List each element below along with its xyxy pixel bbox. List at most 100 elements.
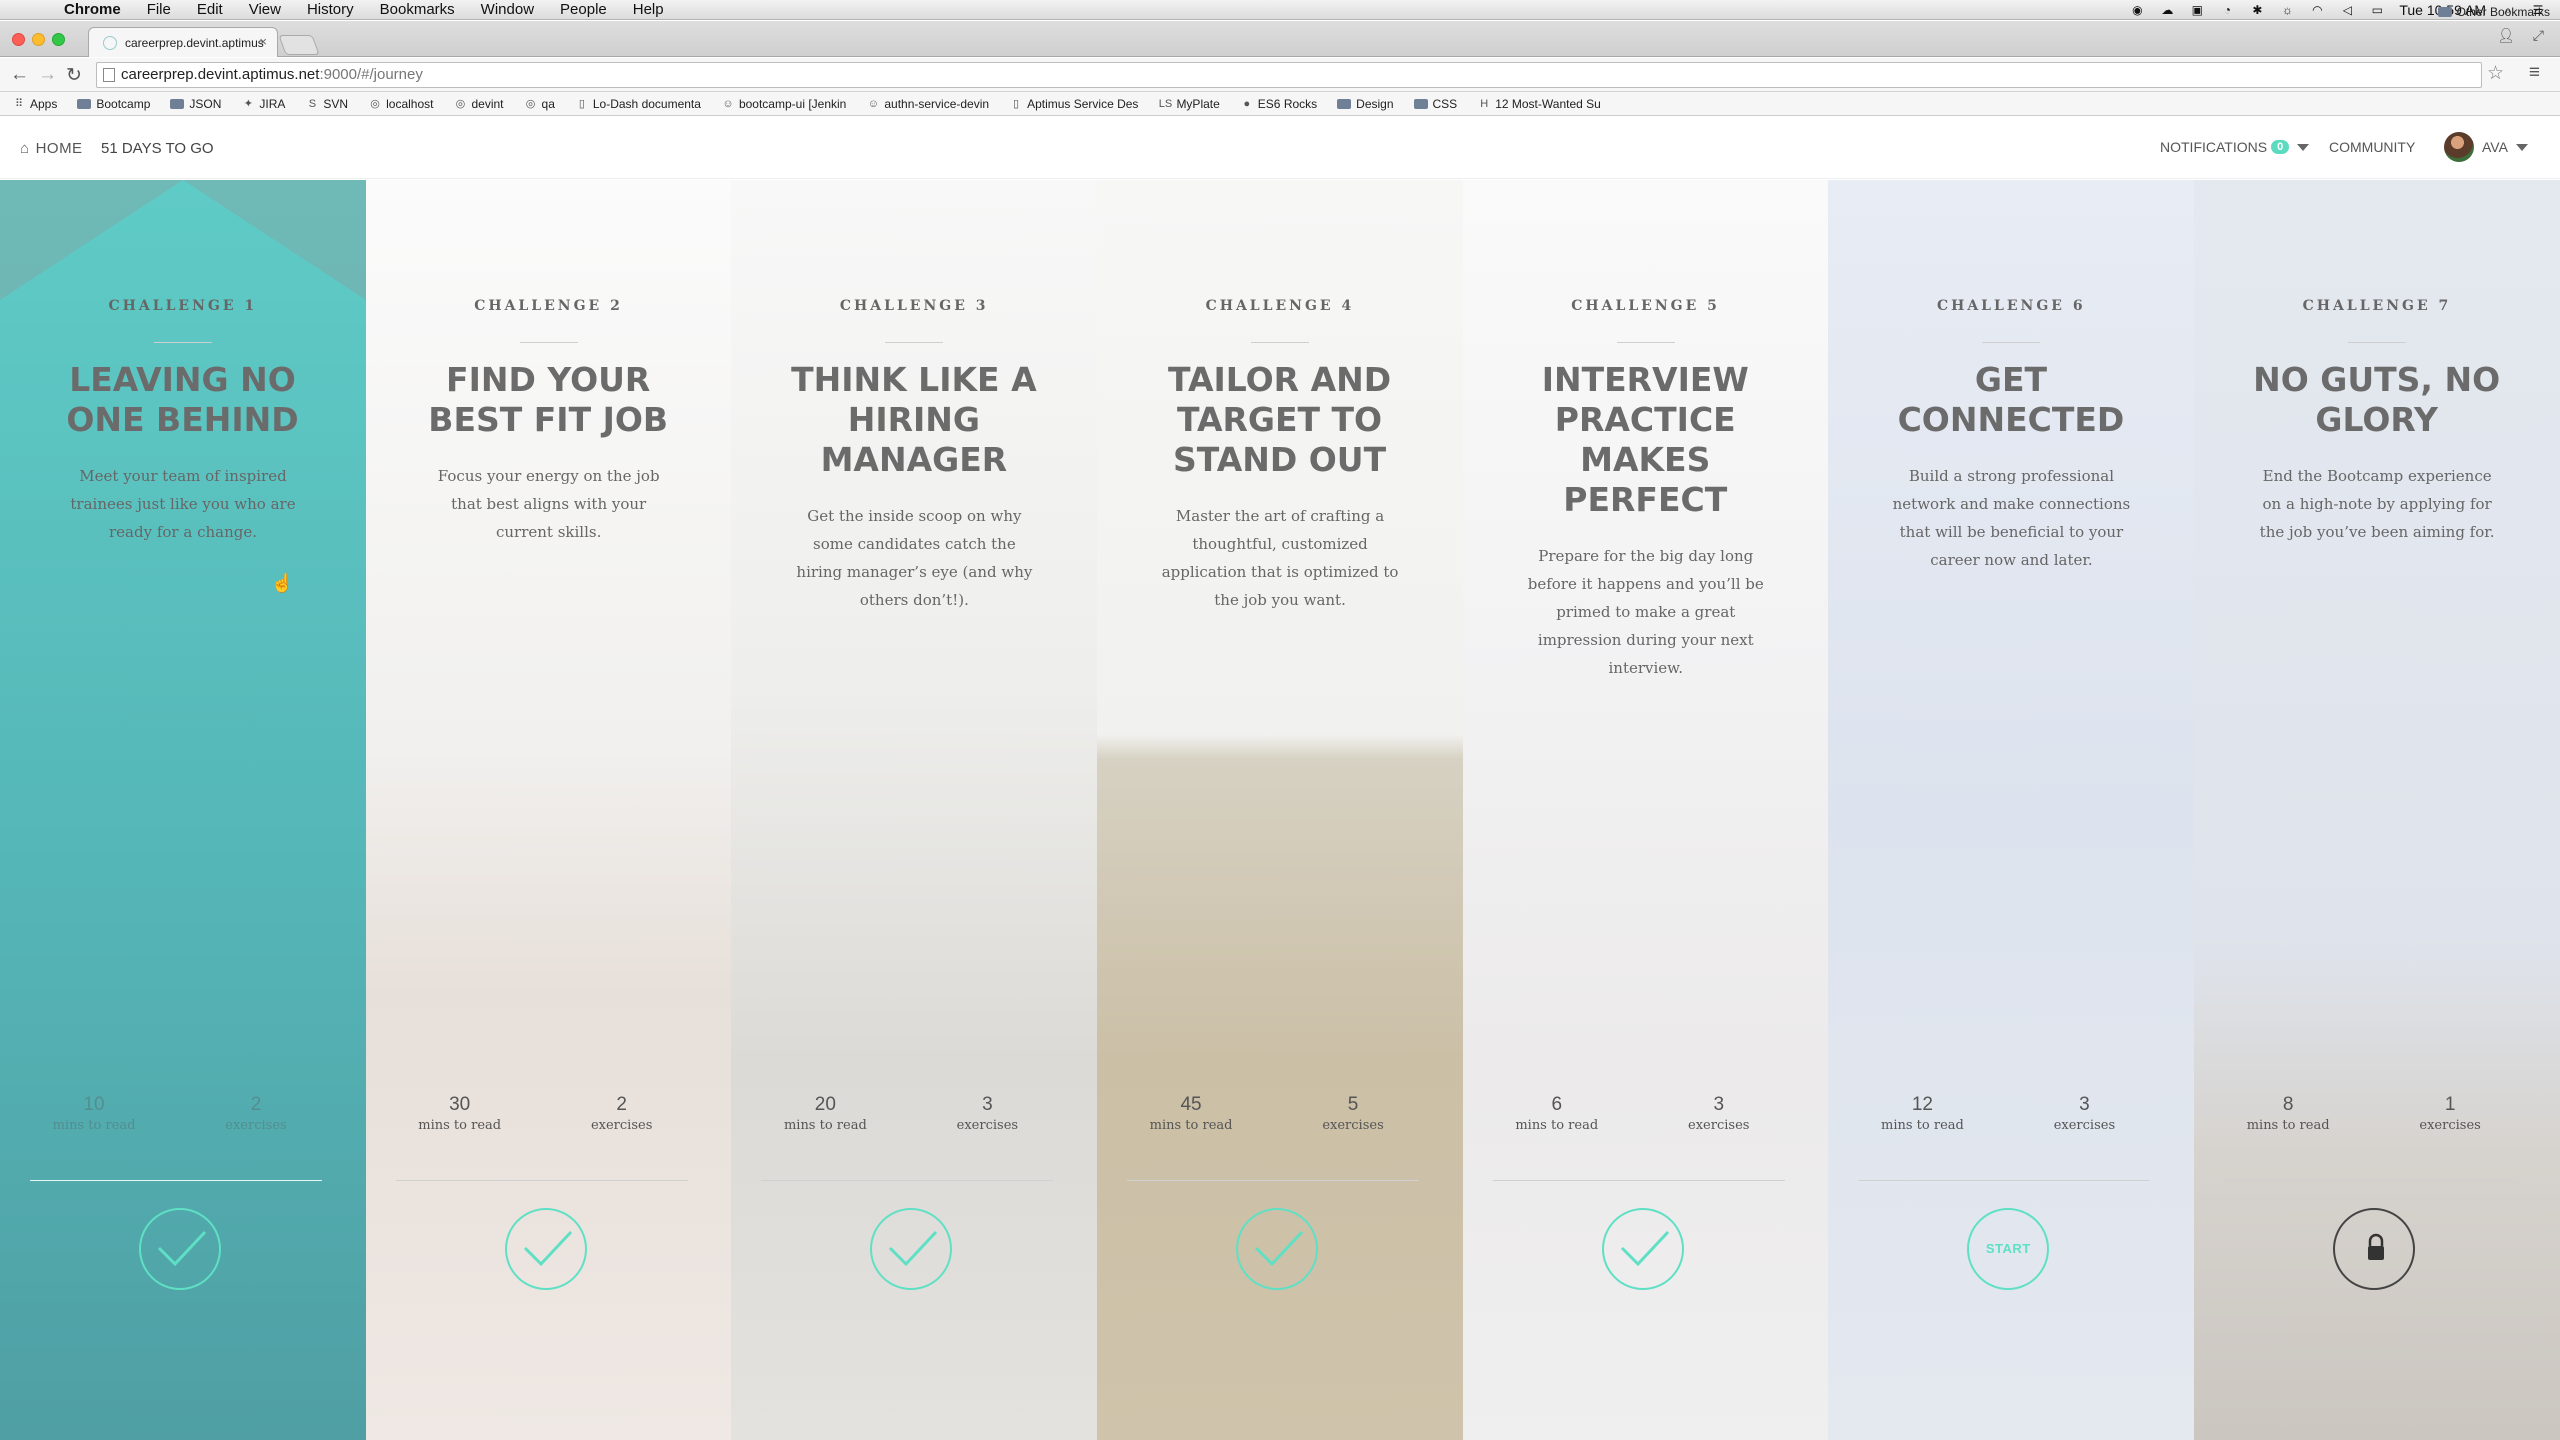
challenge-complete-button[interactable] [1235, 1208, 1318, 1290]
challenge-divider [1492, 1180, 1785, 1181]
volume-icon[interactable]: ◁ [2339, 3, 2355, 17]
menu-people[interactable]: People [560, 1, 607, 18]
fullscreen-icon[interactable]: ⤢ [2533, 27, 2544, 44]
tab-close-icon[interactable]: × [259, 34, 267, 49]
new-tab-button[interactable] [278, 35, 320, 55]
status-timemachine-icon[interactable]: ◔ [2219, 3, 2235, 17]
bookmark-item[interactable]: ☺ authn-service-devin [866, 97, 989, 111]
exercises-label: exercises [956, 1118, 1019, 1133]
challenge-description: Meet your team of inspired trainees just… [70, 467, 296, 541]
status-clipboard-icon[interactable]: ▣ [2189, 3, 2205, 17]
challenge-description: Build a strong professional network and … [1892, 467, 2131, 569]
status-cloud-icon[interactable]: ☁ [2159, 3, 2175, 17]
forward-arrow-icon[interactable]: → [38, 64, 57, 86]
bookmark-item[interactable]: ☺ bootcamp-ui [Jenkin [721, 97, 846, 111]
bookmark-item[interactable]: JSON [170, 97, 221, 111]
menu-app-chrome[interactable]: Chrome [64, 1, 121, 18]
home-link[interactable]: ⌂ HOME [20, 140, 83, 157]
browser-tab-strip: careerprep.devint.aptimus × 👤︎ ⤢ [0, 21, 2560, 57]
challenge-card-3[interactable]: CHALLENGE 3 THINK LIKE A HIRING MANAGER Ge… [731, 180, 1098, 1440]
bookmarks-bar: ⠿ Apps Bootcamp JSON ✦ JIRA S SVN ◎ localhost ◎ dev… [0, 92, 2560, 116]
exercises-stat: 3 exercises [1669, 1094, 1769, 1133]
community-link[interactable]: COMMUNITY [2329, 139, 2415, 155]
checkmark-icon [523, 1230, 572, 1267]
bookmark-item[interactable]: Design [1337, 96, 1394, 111]
back-arrow-icon[interactable]: ← [10, 64, 29, 86]
challenge-title: THINK LIKE A HIRING MANAGER [791, 360, 1037, 479]
exercises-stat: 3 exercises [937, 1094, 1037, 1133]
macos-menu-bar: Chrome File Edit View History Bookmarks … [0, 0, 2560, 20]
challenge-card-7[interactable]: CHALLENGE 7 NO GUTS, NO GLORY End the Boot… [2194, 180, 2560, 1440]
challenge-label-rule [2347, 342, 2406, 343]
challenge-card-2[interactable]: CHALLENGE 2 FIND YOUR BEST FIT JOB Focus y… [365, 180, 732, 1440]
menu-file[interactable]: File [147, 1, 171, 18]
bookmark-label: JIRA [259, 96, 286, 111]
reload-icon[interactable]: ↻ [66, 64, 82, 87]
menu-view[interactable]: View [249, 1, 281, 18]
start-label: START [1985, 1241, 2031, 1256]
menu-bookmarks[interactable]: Bookmarks [380, 1, 455, 18]
wifi-icon[interactable]: ◠ [2309, 3, 2325, 17]
menu-history[interactable]: History [307, 1, 354, 18]
challenge-title: LEAVING NO ONE BEHIND [66, 360, 299, 439]
globe-icon: ◎ [525, 98, 536, 110]
notifications-menu[interactable]: NOTIFICATIONS 0 [2160, 139, 2310, 155]
bookmark-star-icon[interactable]: ☆ [2487, 62, 2504, 85]
challenge-card-4[interactable]: CHALLENGE 4 TAILOR AND TARGET TO STAND OU… [1097, 180, 1463, 1440]
bookmark-item[interactable]: ● ES6 Rocks [1240, 97, 1317, 111]
challenge-complete-button[interactable] [870, 1208, 953, 1290]
battery-icon[interactable]: ▭ [2369, 3, 2385, 17]
bookmark-label: Design [1356, 96, 1394, 111]
window-minimize-button[interactable] [32, 33, 45, 46]
bookmark-item[interactable]: ▯ Lo-Dash documenta [575, 97, 701, 111]
mins-to-read-stat: 30 mins to read [410, 1094, 510, 1133]
browser-tab-active[interactable]: careerprep.devint.aptimus × [88, 27, 278, 57]
bookmark-item[interactable]: ◎ devint [453, 97, 504, 111]
other-bookmarks-folder[interactable]: Other Bookmarks [2437, 5, 2550, 19]
bookmark-item[interactable]: ✦ JIRA [241, 96, 286, 111]
menu-window[interactable]: Window [481, 1, 534, 18]
bookmark-label: bootcamp-ui [Jenkin [738, 96, 847, 111]
mins-to-read-stat: 12 mins to read [1872, 1094, 1972, 1133]
bookmark-item[interactable]: S SVN [305, 97, 348, 111]
bookmark-item[interactable]: ▯ Aptimus Service Des [1009, 97, 1138, 111]
challenge-card-6[interactable]: CHALLENGE 6 GET CONNECTED Build a strong p… [1828, 180, 2195, 1440]
home-icon: ⌂ [20, 140, 30, 157]
challenge-card-5[interactable]: CHALLENGE 5 INTERVIEW PRACTICE MAKES PERF… [1462, 180, 1829, 1440]
status-brightness-icon[interactable]: ☼ [2279, 3, 2295, 17]
mins-label: mins to read [52, 1118, 136, 1133]
profile-icon[interactable]: 👤︎ [2497, 27, 2515, 44]
avatar [2444, 132, 2474, 162]
challenge-divider [761, 1180, 1054, 1181]
home-label: HOME [35, 140, 83, 157]
menu-edit[interactable]: Edit [197, 1, 223, 18]
menu-help[interactable]: Help [633, 1, 664, 18]
exercises-stat: 5 exercises [1303, 1094, 1403, 1133]
bookmark-item[interactable]: LS MyPlate [1158, 97, 1220, 111]
challenge-complete-button[interactable] [1601, 1208, 1684, 1290]
challenge-complete-button[interactable] [138, 1208, 221, 1290]
checkmark-icon [1254, 1230, 1304, 1267]
bookmark-item[interactable]: Bootcamp [77, 97, 150, 111]
challenge-title: NO GUTS, NO GLORY [2253, 360, 2501, 439]
user-menu[interactable]: AVA [2444, 132, 2528, 162]
tab-title: careerprep.devint.aptimus [125, 35, 264, 50]
checkmark-icon [889, 1230, 938, 1267]
status-bluetooth-icon[interactable]: ✱ [2249, 3, 2265, 17]
window-zoom-button[interactable] [52, 33, 65, 46]
bookmark-item[interactable]: ◎ qa [524, 97, 555, 111]
challenge-card-1[interactable]: CHALLENGE 1 LEAVING NO ONE BEHIND Meet you… [0, 180, 366, 1440]
bookmark-item[interactable]: ◎ localhost [368, 97, 433, 111]
challenge-complete-button[interactable] [504, 1208, 587, 1290]
window-close-button[interactable] [12, 33, 25, 46]
chrome-menu-icon[interactable]: ≡ [2529, 62, 2540, 84]
bookmark-item[interactable]: ⠿ Apps [12, 97, 57, 111]
bookmark-item[interactable]: H 12 Most-Wanted Su [1477, 97, 1601, 111]
challenge-start-button[interactable]: START [1967, 1208, 2050, 1290]
challenge-locked-button[interactable] [2332, 1208, 2415, 1290]
status-record-icon[interactable]: ◉ [2129, 3, 2145, 17]
exercises-label: exercises [2053, 1118, 2116, 1133]
bookmark-item[interactable]: CSS [1413, 97, 1457, 111]
page-info-icon[interactable] [103, 68, 115, 82]
address-bar[interactable]: careerprep.devint.aptimus.net:9000/#/jou… [96, 62, 2482, 88]
